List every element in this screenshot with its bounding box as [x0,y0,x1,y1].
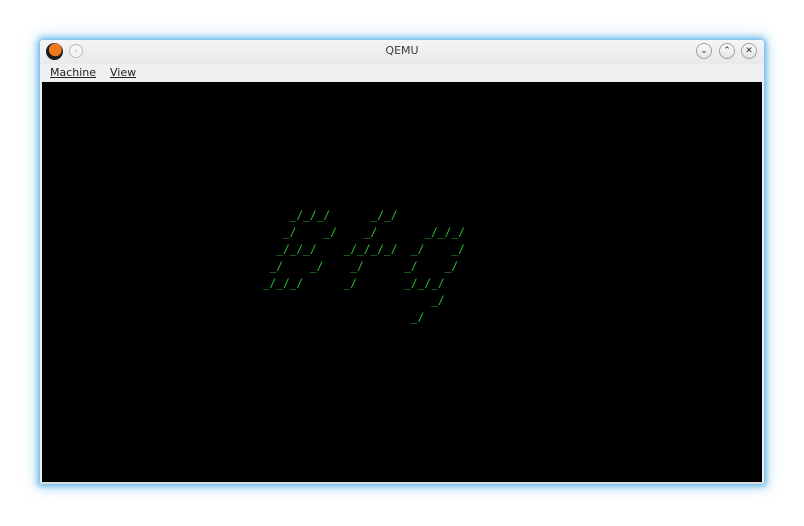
maximize-button[interactable]: ⌃ [719,43,735,59]
ascii-art-text: _/_/_/ _/_/ _/ _/ _/ _/_/_/ _/_/_/ _/_/_… [262,209,465,324]
window-bottom-border [40,482,764,484]
window-title: QEMU [385,44,419,57]
close-button[interactable]: ✕ [741,43,757,59]
minimize-button[interactable]: ⌄ [696,43,712,59]
menu-machine[interactable]: Machine [50,66,96,79]
menu-view[interactable]: View [110,66,136,79]
vm-display[interactable]: _/_/_/ _/_/ _/ _/ _/ _/_/_/ _/_/_/ _/_/_… [42,82,762,482]
menu-bar: Machine View [40,64,764,82]
title-bar[interactable]: · QEMU ⌄ ⌃ ✕ [40,40,764,64]
qemu-window: · QEMU ⌄ ⌃ ✕ Machine View _/_/_/ _/_/ _/… [40,40,764,484]
